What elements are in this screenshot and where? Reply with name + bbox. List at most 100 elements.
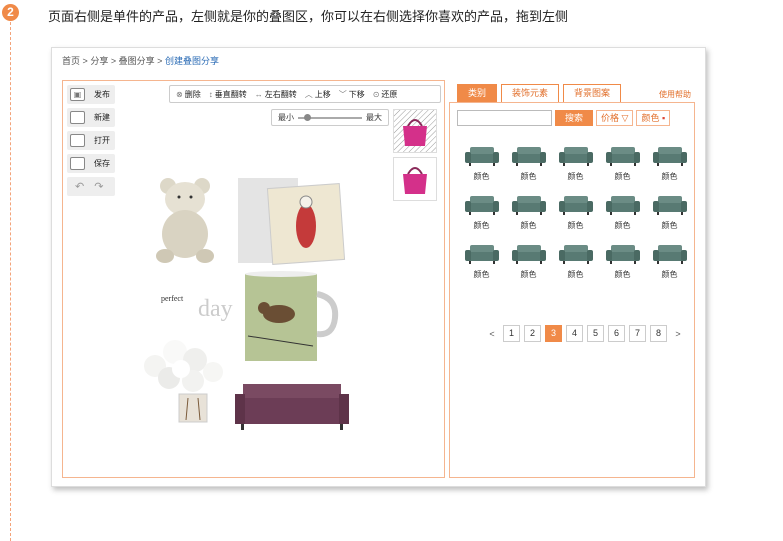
color-filter[interactable]: 颜色 ▪ <box>636 110 671 126</box>
next-page-button[interactable]: > <box>671 329 685 339</box>
zoom-track[interactable] <box>298 113 362 121</box>
sofa-icon <box>558 245 593 264</box>
price-filter[interactable]: 价格 ▽ <box>596 110 634 126</box>
delete-icon: ⊗ <box>176 89 183 99</box>
search-button[interactable]: 搜索 <box>555 110 593 126</box>
product-color-label: 颜色 <box>473 221 490 230</box>
breadcrumb-separator: > <box>157 56 163 66</box>
playing-card-image[interactable] <box>266 183 346 265</box>
product-tabs: 类别 装饰元素 背景图案 <box>457 84 622 102</box>
page-button[interactable]: 8 <box>650 325 667 342</box>
product-color-label: 颜色 <box>614 172 631 181</box>
flip-horizontal-button[interactable]: ↔ 左右翻转 <box>255 89 297 100</box>
page-button[interactable]: 3 <box>545 325 562 342</box>
delete-label: 删除 <box>184 89 201 99</box>
breadcrumb-separator: > <box>82 56 88 66</box>
breadcrumb-share[interactable]: 分享 <box>90 56 108 66</box>
tab-category[interactable]: 类别 <box>457 84 498 102</box>
sofa-icon <box>511 196 546 215</box>
page-button[interactable]: 5 <box>587 325 604 342</box>
save-label: 保存 <box>94 159 110 168</box>
sofa-icon <box>464 245 499 264</box>
breadcrumb-separator: > <box>110 56 117 66</box>
white-flowers-image[interactable] <box>144 340 223 423</box>
redo-icon[interactable]: ↷ <box>94 180 103 193</box>
new-button[interactable]: 新建 <box>67 108 115 127</box>
page-button[interactable]: 1 <box>503 325 520 342</box>
purple-sofa-image[interactable] <box>235 384 349 430</box>
sofa-icon <box>605 147 640 166</box>
pink-bag-thumbnail <box>403 167 427 194</box>
step-number-badge: 2 <box>2 4 19 21</box>
product-item[interactable]: 颜色 <box>458 145 505 182</box>
zoom-slider[interactable]: 最小 最大 <box>271 109 389 126</box>
day-text: day <box>198 296 233 322</box>
product-item[interactable]: 颜色 <box>646 243 693 280</box>
tab-background[interactable]: 背景图案 <box>563 84 622 102</box>
breadcrumb-collage-share[interactable]: 叠图分享 <box>119 56 155 66</box>
delete-button[interactable]: ⊗ 删除 <box>176 89 201 100</box>
product-item[interactable]: 颜色 <box>552 145 599 182</box>
move-up-button[interactable]: ︿ 上移 <box>305 89 331 100</box>
flip-vertical-button[interactable]: ↕ 垂直翻转 <box>209 89 247 100</box>
restore-button[interactable]: ⊙ 还原 <box>373 89 398 100</box>
teddy-bear-image[interactable] <box>156 178 214 263</box>
bird-mug-image[interactable] <box>245 271 339 361</box>
product-item[interactable]: 颜色 <box>646 145 693 182</box>
tab-decoration[interactable]: 装饰元素 <box>501 84 560 102</box>
product-item[interactable]: 颜色 <box>552 243 599 280</box>
product-item[interactable]: 颜色 <box>505 194 552 231</box>
product-item[interactable]: 颜色 <box>599 243 646 280</box>
step-dashed-line <box>10 22 11 541</box>
product-item[interactable]: 颜色 <box>505 243 552 280</box>
product-item[interactable]: 颜色 <box>505 145 552 182</box>
sofa-icon <box>464 147 499 166</box>
chevron-down-icon: ﹀ <box>338 89 347 99</box>
product-color-label: 颜色 <box>520 172 537 181</box>
chevron-down-icon: ▽ <box>621 113 629 123</box>
open-button[interactable]: 打开 <box>67 131 115 150</box>
page-button[interactable]: 6 <box>608 325 625 342</box>
page-button[interactable]: 7 <box>629 325 646 342</box>
page-button[interactable]: 2 <box>524 325 541 342</box>
product-item[interactable]: 颜色 <box>552 194 599 231</box>
page-button[interactable]: 4 <box>566 325 583 342</box>
sofa-icon <box>652 147 687 166</box>
product-color-label: 颜色 <box>520 221 537 230</box>
sofa-icon <box>605 196 640 215</box>
product-item[interactable]: 颜色 <box>599 194 646 231</box>
collage-canvas[interactable]: perfect day <box>143 176 368 441</box>
open-label: 打开 <box>94 136 110 145</box>
breadcrumb-home[interactable]: 首页 <box>62 56 80 66</box>
help-link[interactable]: 使用帮助 <box>659 89 691 100</box>
save-button[interactable]: 保存 <box>67 154 115 173</box>
prev-page-button[interactable]: < <box>485 329 499 339</box>
image-icon: ▣ <box>70 88 85 101</box>
sofa-icon <box>652 245 687 264</box>
undo-icon[interactable]: ↶ <box>75 180 84 193</box>
layer-thumbnail[interactable] <box>393 157 437 201</box>
search-row: 搜索 价格 ▽ 颜色 ▪ <box>457 110 671 126</box>
flip-horizontal-label: 左右翻转 <box>264 89 297 99</box>
product-color-label: 颜色 <box>661 221 678 230</box>
collage-panel: ▣ 发布 新建 打开 保存 ↶ ↷ ⊗ 删除 ↕ 垂直翻转 ↔ 左右翻转 ︿ 上移 ﹀ 下移… <box>62 80 445 478</box>
search-input[interactable] <box>457 110 552 126</box>
publish-button[interactable]: ▣ 发布 <box>67 85 115 104</box>
product-grid: 颜色 颜色 颜色 颜色 颜色 颜色 颜色 颜色 颜色 颜色 颜色 颜色 颜色 颜色 颜色 <box>458 145 693 280</box>
new-label: 新建 <box>94 113 110 122</box>
move-down-label: 下移 <box>348 89 365 99</box>
zoom-handle[interactable] <box>304 113 312 121</box>
sofa-icon <box>605 245 640 264</box>
product-item[interactable]: 颜色 <box>458 243 505 280</box>
layer-thumbnail-selected[interactable] <box>393 109 437 153</box>
file-toolbar: ▣ 发布 新建 打开 保存 ↶ ↷ <box>67 85 115 200</box>
product-item[interactable]: 颜色 <box>458 194 505 231</box>
undo-redo-group: ↶ ↷ <box>67 177 115 196</box>
move-down-button[interactable]: ﹀ 下移 <box>339 89 365 100</box>
zoom-max-label: 最大 <box>366 113 382 122</box>
product-item[interactable]: 颜色 <box>599 145 646 182</box>
folder-icon <box>70 134 85 147</box>
vertical-arrows-icon: ↕ <box>208 89 213 99</box>
sofa-icon <box>464 196 499 215</box>
product-item[interactable]: 颜色 <box>646 194 693 231</box>
